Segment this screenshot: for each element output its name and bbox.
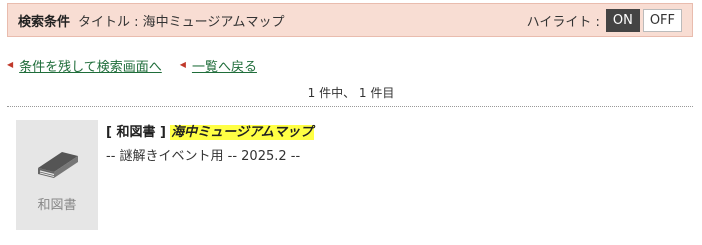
back-to-search-link[interactable]: 条件を残して検索画面へ [19,56,162,75]
triangle-left-icon: ◀ [7,60,14,69]
material-type-label: [ 和図書 ] [106,125,166,140]
highlight-label: ハイライト : [526,14,600,30]
result-title-line: [ 和図書 ] 海中ミュージアムマップ [106,121,314,140]
back-to-list-link[interactable]: 一覧へ戻る [192,56,257,75]
result-title-link[interactable]: 海中ミュージアムマップ [170,125,314,140]
book-icon [38,152,78,178]
divider [7,106,693,107]
triangle-left-icon: ◀ [179,60,186,69]
result-thumbnail[interactable]: 和図書 [16,120,98,230]
highlight-on-button[interactable]: ON [605,8,640,32]
result-count: 1 件中、 1 件目 [307,86,395,100]
search-condition-text: タイトル : 海中ミュージアムマップ [78,14,285,30]
search-condition-label: 検索条件 [18,14,71,30]
search-condition-bar: 検索条件 タイトル : 海中ミュージアムマップ ハイライト : ON OFF [7,3,693,37]
result-subtitle: -- 謎解きイベント用 -- 2025.2 -- [106,149,301,164]
nav-links: ◀ 条件を残して検索画面へ ◀ 一覧へ戻る [7,56,257,75]
thumbnail-label: 和図書 [37,198,77,213]
highlight-off-button[interactable]: OFF [642,8,682,32]
